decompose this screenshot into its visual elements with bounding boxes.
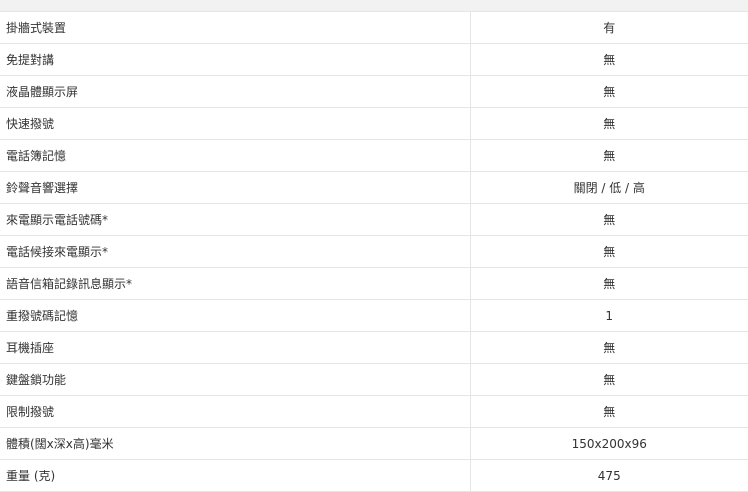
table-row: 耳機插座 無 bbox=[0, 331, 748, 364]
spec-value: 無 bbox=[470, 235, 748, 268]
table-row: 電話候接來電顯示* 無 bbox=[0, 235, 748, 268]
table-row: 重量 (克) 475 bbox=[0, 459, 748, 492]
spec-label: 來電顯示電話號碼* bbox=[0, 203, 471, 236]
spec-label: 鍵盤鎖功能 bbox=[0, 363, 471, 396]
table-row: 掛牆式裝置 有 bbox=[0, 12, 748, 44]
table-row: 免提對講 無 bbox=[0, 43, 748, 76]
table-row: 快速撥號 無 bbox=[0, 107, 748, 140]
spec-value: 無 bbox=[470, 267, 748, 300]
spec-value: 無 bbox=[470, 107, 748, 140]
spec-value: 無 bbox=[470, 43, 748, 76]
table-row: 限制撥號 無 bbox=[0, 395, 748, 428]
spec-label: 體積(闊x深x高)毫米 bbox=[0, 427, 471, 460]
table-row: 來電顯示電話號碼* 無 bbox=[0, 203, 748, 236]
table-row: 鍵盤鎖功能 無 bbox=[0, 363, 748, 396]
table-row: 體積(闊x深x高)毫米 150x200x96 bbox=[0, 427, 748, 460]
spec-table-body: 掛牆式裝置 有 免提對講 無 液晶體顯示屏 無 快速撥號 無 電話簿記憶 無 鈴… bbox=[0, 12, 748, 492]
spec-label: 快速撥號 bbox=[0, 107, 471, 140]
table-row: 語音信箱記錄訊息顯示* 無 bbox=[0, 267, 748, 300]
spec-label: 掛牆式裝置 bbox=[0, 12, 471, 44]
spec-label: 鈴聲音響選擇 bbox=[0, 171, 471, 204]
spec-value: 無 bbox=[470, 331, 748, 364]
spec-label: 免提對講 bbox=[0, 43, 471, 76]
spec-value: 1 bbox=[470, 299, 748, 332]
spec-label: 液晶體顯示屏 bbox=[0, 75, 471, 108]
spec-value: 無 bbox=[470, 75, 748, 108]
spec-value: 無 bbox=[470, 203, 748, 236]
spec-value: 無 bbox=[470, 139, 748, 172]
header-strip bbox=[0, 0, 748, 12]
spec-label: 語音信箱記錄訊息顯示* bbox=[0, 267, 471, 300]
table-row: 液晶體顯示屏 無 bbox=[0, 75, 748, 108]
spec-label: 重撥號碼記憶 bbox=[0, 299, 471, 332]
spec-table: 掛牆式裝置 有 免提對講 無 液晶體顯示屏 無 快速撥號 無 電話簿記憶 無 鈴… bbox=[0, 12, 748, 492]
table-row: 重撥號碼記憶 1 bbox=[0, 299, 748, 332]
table-row: 電話簿記憶 無 bbox=[0, 139, 748, 172]
spec-label: 電話簿記憶 bbox=[0, 139, 471, 172]
spec-label: 耳機插座 bbox=[0, 331, 471, 364]
spec-value: 有 bbox=[470, 12, 748, 44]
spec-value: 關閉 / 低 / 高 bbox=[470, 171, 748, 204]
table-row: 鈴聲音響選擇 關閉 / 低 / 高 bbox=[0, 171, 748, 204]
spec-label: 限制撥號 bbox=[0, 395, 471, 428]
spec-label: 重量 (克) bbox=[0, 459, 471, 492]
spec-value: 150x200x96 bbox=[470, 427, 748, 460]
spec-value: 無 bbox=[470, 363, 748, 396]
spec-label: 電話候接來電顯示* bbox=[0, 235, 471, 268]
spec-value: 無 bbox=[470, 395, 748, 428]
spec-value: 475 bbox=[470, 459, 748, 492]
